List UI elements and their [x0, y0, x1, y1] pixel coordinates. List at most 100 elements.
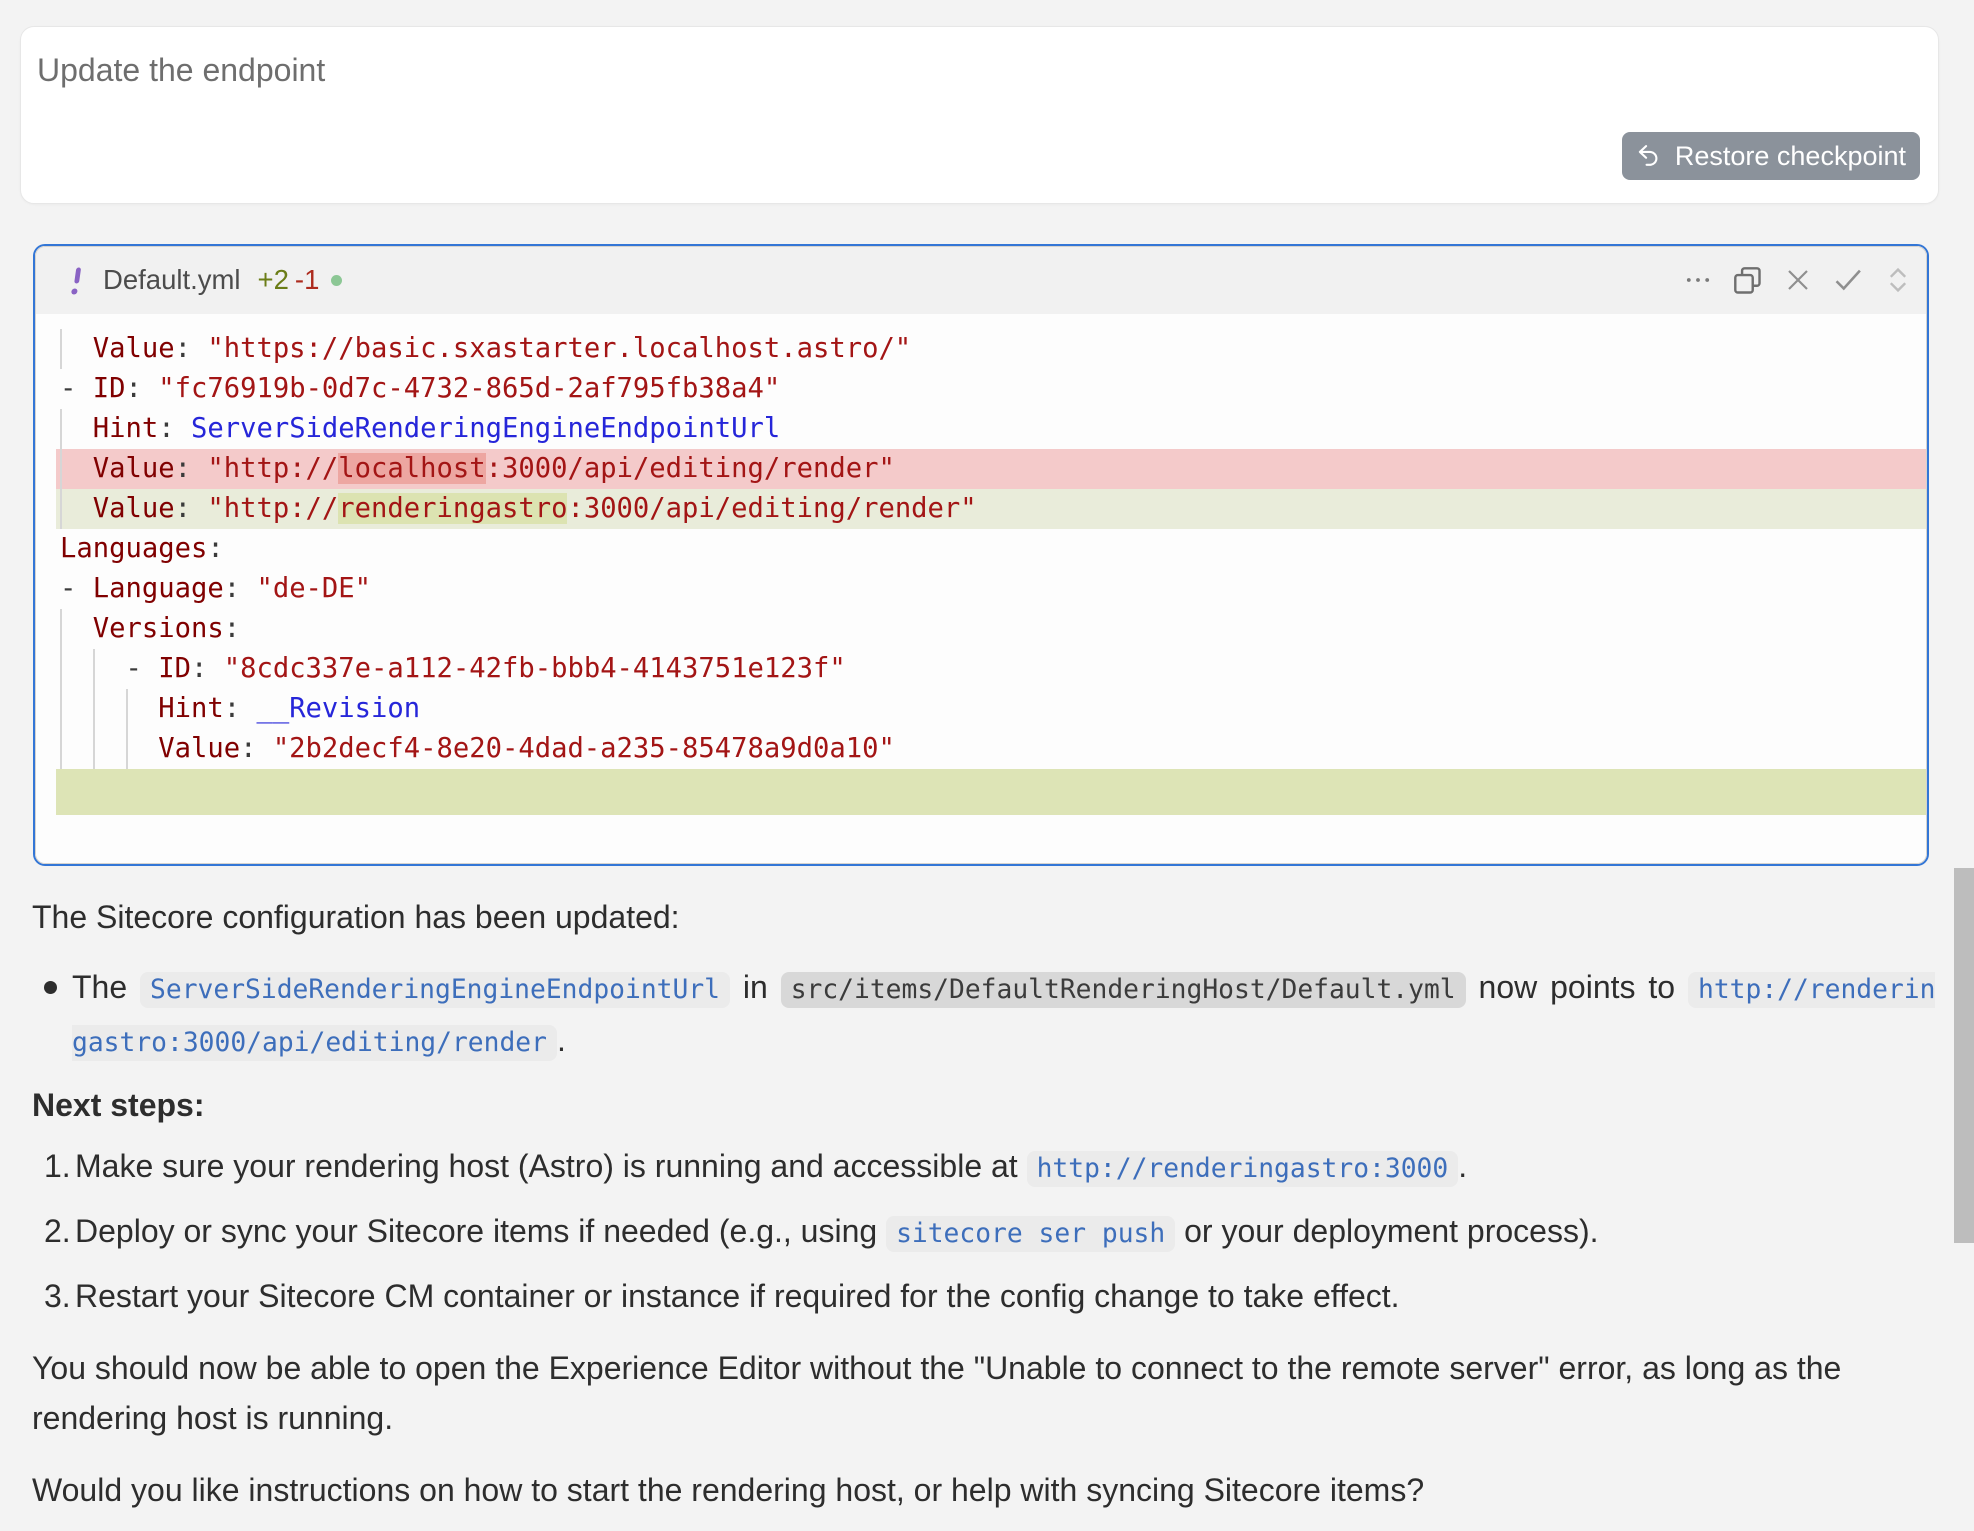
diff-line: Hint: __Revision [56, 689, 1927, 729]
diff-line: - Language: "de-DE" [56, 569, 1927, 609]
code-token: ID [93, 373, 126, 404]
next-steps-heading: Next steps: [32, 1080, 1938, 1130]
assistant-response: The Sitecore configuration has been upda… [0, 892, 1974, 1531]
indent-guide [93, 729, 95, 769]
code-token [60, 413, 93, 444]
code-token: Value [158, 733, 240, 764]
code-token: : [224, 693, 257, 724]
indent-guide [93, 649, 95, 689]
diff-added-empty-block [56, 769, 1927, 815]
user-request-card: Update the endpoint Restore checkpoint [20, 26, 1939, 204]
indent-guide [60, 729, 62, 769]
diff-line-added: Value: "http://renderingastro:3000/api/e… [56, 489, 1927, 529]
diff-line: - ID: "fc76919b-0d7c-4732-865d-2af795fb3… [56, 369, 1927, 409]
code-token: ServerSideRenderingEngineEndpointUrl [191, 413, 780, 444]
scrollbar-thumb[interactable] [1954, 868, 1974, 1243]
summary-list-item: The ServerSideRenderingEngineEndpointUrl… [32, 962, 1938, 1068]
code-token: : [158, 413, 191, 444]
code-token: Hint [158, 693, 223, 724]
diff-line: Languages: [56, 529, 1927, 569]
list-number: 2. [44, 1206, 71, 1256]
indent-guide [60, 649, 62, 689]
code-diff-card: Default.yml +2 -1 Value: "https://basic.… [33, 244, 1929, 866]
copy-icon[interactable] [1730, 263, 1765, 298]
inline-code-link[interactable]: sitecore ser push [886, 1216, 1175, 1252]
indent-guide [60, 449, 62, 489]
code-token: - [60, 573, 93, 604]
user-request-text: Update the endpoint [37, 48, 325, 92]
code-token [60, 693, 158, 724]
summary-list: The ServerSideRenderingEngineEndpointUrl… [32, 962, 1938, 1068]
indent-guide [60, 329, 62, 369]
diff-added-count: +2 [258, 264, 289, 296]
diff-line: Hint: ServerSideRenderingEngineEndpointU… [56, 409, 1927, 449]
diff-removed-count: -1 [295, 264, 319, 296]
indent-guide [126, 689, 128, 729]
indent-guide [60, 609, 62, 649]
inline-code-link[interactable]: ServerSideRenderingEngineEndpointUrl [140, 972, 730, 1008]
close-icon[interactable] [1780, 263, 1815, 298]
code-token: : [224, 613, 240, 644]
code-token: Language [93, 573, 224, 604]
code-token: localhost [338, 453, 485, 484]
code-diff-body[interactable]: Value: "https://basic.sxastarter.localho… [35, 314, 1927, 815]
code-token: : [175, 493, 208, 524]
code-token: "fc76919b-0d7c-4732-865d-2af795fb38a4" [158, 373, 780, 404]
code-token: "http:// [207, 493, 338, 524]
code-token: : [240, 733, 273, 764]
code-token: : [175, 453, 208, 484]
code-token: "8cdc337e-a112-42fb-bbb4-4143751e123f" [224, 653, 846, 684]
list-number: 3. [44, 1271, 71, 1321]
code-token [60, 613, 93, 644]
code-token [60, 733, 158, 764]
next-step-item: 2.Deploy or sync your Sitecore items if … [32, 1206, 1938, 1259]
indent-guide [126, 729, 128, 769]
code-token: - [60, 373, 93, 404]
code-token: "https://basic.sxastarter.localhost.astr… [207, 333, 911, 364]
indent-guide [60, 689, 62, 729]
more-actions-button[interactable] [1680, 263, 1715, 298]
restore-checkpoint-label: Restore checkpoint [1675, 141, 1906, 172]
code-token: Value [93, 453, 175, 484]
code-token: :3000/api/editing/render" [567, 493, 976, 524]
code-token [60, 453, 93, 484]
response-outro: You should now be able to open the Exper… [32, 1343, 1938, 1443]
code-token: "2b2decf4-8e20-4dad-a235-85478a9d0a10" [273, 733, 895, 764]
diff-line-removed: Value: "http://localhost:3000/api/editin… [56, 449, 1927, 489]
inline-code[interactable]: src/items/DefaultRenderingHost/Default.y… [781, 972, 1466, 1008]
next-step-item: 3.Restart your Sitecore CM container or … [32, 1271, 1938, 1321]
list-number: 1. [44, 1141, 71, 1191]
code-token: "de-DE" [256, 573, 371, 604]
expand-collapse-icon[interactable] [1880, 263, 1915, 298]
code-token: Languages [60, 533, 207, 564]
code-token: : [207, 533, 223, 564]
next-step-item: 1.Make sure your rendering host (Astro) … [32, 1141, 1938, 1194]
diff-toolbar [1680, 263, 1915, 298]
code-token [60, 333, 93, 364]
code-token: : [175, 333, 208, 364]
inline-code-link[interactable]: http://renderingastro:3000 [1027, 1151, 1459, 1187]
diff-line: Value: "https://basic.sxastarter.localho… [56, 329, 1927, 369]
modified-dot-icon [331, 275, 342, 286]
diff-filename[interactable]: Default.yml [103, 264, 241, 296]
code-token: : [126, 373, 159, 404]
diff-line: Value: "2b2decf4-8e20-4dad-a235-85478a9d… [56, 729, 1927, 769]
code-diff-header: Default.yml +2 -1 [35, 246, 1927, 314]
diff-line: - ID: "8cdc337e-a112-42fb-bbb4-4143751e1… [56, 649, 1927, 689]
code-token: Versions [93, 613, 224, 644]
code-token: ID [158, 653, 191, 684]
restore-checkpoint-button[interactable]: Restore checkpoint [1622, 132, 1920, 180]
code-token [60, 493, 93, 524]
response-intro: The Sitecore configuration has been upda… [32, 892, 1938, 942]
next-steps-list: 1.Make sure your rendering host (Astro) … [32, 1141, 1938, 1321]
diff-line: Versions: [56, 609, 1927, 649]
code-token: Hint [93, 413, 158, 444]
code-token: : [191, 653, 224, 684]
indent-guide [60, 489, 62, 529]
accept-check-icon[interactable] [1830, 263, 1865, 298]
indent-guide [93, 689, 95, 729]
code-token: : [224, 573, 257, 604]
code-token: - [60, 653, 158, 684]
code-token: renderingastro [338, 493, 567, 524]
pending-change-icon [68, 263, 84, 297]
